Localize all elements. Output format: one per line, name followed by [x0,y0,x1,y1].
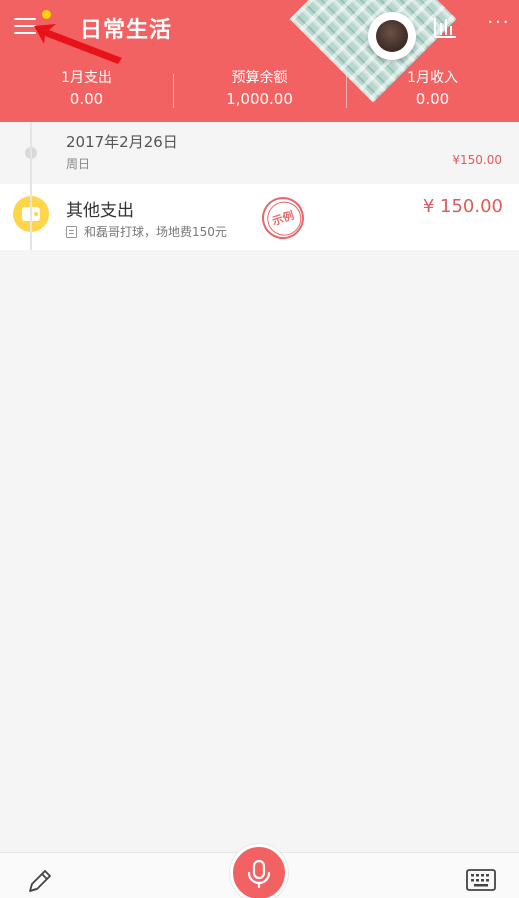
sample-stamp: 示例 [256,191,310,245]
summary-stats: 1月支出 0.00 预算余额 1,000.00 1月收入 0.00 [0,68,519,112]
entry-note: 和磊哥打球，场地费150元 [84,225,227,239]
page-title: 日常生活 [80,18,173,43]
day-weekday: 周日 [66,157,91,171]
entry-category: 其他支出 [66,201,134,221]
stat-expense[interactable]: 1月支出 0.00 [0,68,173,112]
stat-budget-balance[interactable]: 预算余额 1,000.00 [173,68,346,112]
timeline-line [30,122,32,250]
entry-amount: ¥ 150.00 [422,196,503,217]
more-icon[interactable]: ··· [484,12,514,38]
coffee-avatar[interactable] [368,12,416,60]
keyboard-icon[interactable] [466,868,496,892]
pencil-icon[interactable] [26,867,54,895]
voice-input-button[interactable] [230,844,288,898]
stat-income[interactable]: 1月收入 0.00 [346,68,519,112]
bar-chart-icon[interactable] [432,14,458,40]
list-item[interactable]: 其他支出 和磊哥打球，场地费150元 示例 ¥ 150.00 [0,184,519,250]
app-header: 日常生活 ··· 1月支出 0.00 预算余额 1,000.00 1月收入 0.… [0,0,519,122]
day-total: ¥150.00 [452,153,502,167]
note-icon [66,226,77,238]
day-date: 2017年2月26日 [66,133,178,151]
microphone-icon [247,859,271,889]
day-header: 2017年2月26日 周日 ¥150.00 [0,122,519,184]
